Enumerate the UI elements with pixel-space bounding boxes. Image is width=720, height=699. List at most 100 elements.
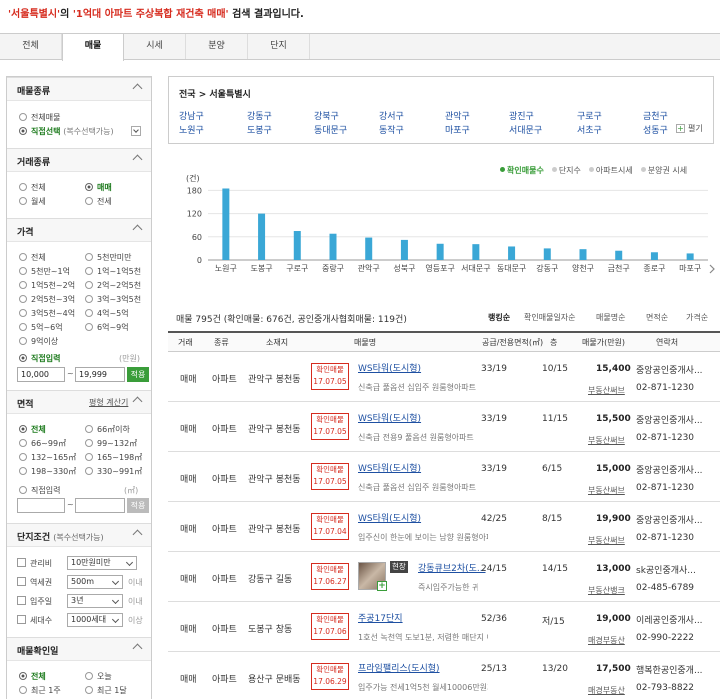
radio-area-option[interactable]: 66~99㎡: [19, 438, 66, 449]
price-apply-button[interactable]: 적용: [127, 367, 149, 382]
radio-price-direct[interactable]: 직접입력: [19, 353, 60, 364]
area-apply-button[interactable]: 적용: [127, 498, 149, 513]
section-complex[interactable]: 단지조건 (복수선택가능): [7, 523, 151, 547]
listing-name-link[interactable]: 프라임팰리스(도시형): [358, 661, 440, 674]
price-max-input[interactable]: 19,999: [75, 367, 125, 382]
listing-name-link[interactable]: 강동큐브2차(도...: [418, 561, 486, 574]
tab-presale[interactable]: 분양: [186, 34, 248, 59]
radio-area-option[interactable]: 66㎡이하: [85, 424, 130, 435]
table-row[interactable]: 매매 아파트 관악구 봉천동 확인매물 17.07.04 WS타워(도시형) 입주…: [168, 502, 720, 552]
source-link[interactable]: 매경부동산: [588, 685, 625, 696]
price-min-input[interactable]: 10,000: [17, 367, 65, 382]
checkbox-complex-condition[interactable]: 역세권: [17, 577, 52, 588]
agent-name[interactable]: 중앙공인중개사...: [636, 363, 703, 376]
source-link[interactable]: 부동산써브: [588, 485, 625, 496]
radio-confirm-today[interactable]: 오늘: [85, 671, 112, 682]
radio-type-all[interactable]: 전체매물: [19, 112, 60, 123]
radio-confirm-month[interactable]: 최근 1달: [85, 685, 127, 696]
table-row[interactable]: 매매 아파트 용산구 문배동 확인매물 17.06.29 프라임팰리스(도시형) …: [168, 652, 720, 699]
district-link[interactable]: 서대문구: [509, 123, 542, 136]
radio-type-direct[interactable]: 직접선택 (복수선택가능): [19, 126, 114, 137]
district-link[interactable]: 도봉구: [247, 123, 272, 136]
table-row[interactable]: 매매 아파트 강동구 길동 확인매물 17.06.27 + 현장 강동큐브2차(도.…: [168, 552, 720, 602]
district-link[interactable]: 동대문구: [314, 123, 347, 136]
area-calculator-link[interactable]: 평형 계산기: [89, 397, 128, 408]
radio-area-option[interactable]: 132~165㎡: [19, 452, 76, 463]
radio-price-option[interactable]: 3억~3억5천: [85, 294, 141, 305]
radio-price-option[interactable]: 4억~5억: [85, 308, 129, 319]
sort-name[interactable]: 매물명순: [596, 312, 625, 323]
radio-price-option[interactable]: 2억~2억5천: [85, 280, 141, 291]
breadcrumb-root[interactable]: 전국: [179, 90, 196, 100]
radio-deal-jeonse[interactable]: 전세: [85, 196, 112, 207]
radio-price-option[interactable]: 2억5천~3억: [19, 294, 75, 305]
radio-area-option[interactable]: 330~991㎡: [85, 466, 142, 477]
source-link[interactable]: 부동산써브: [588, 535, 625, 546]
radio-price-option[interactable]: 5천만미만: [85, 252, 132, 263]
listing-name-link[interactable]: WS타워(도시형): [358, 511, 421, 524]
source-link[interactable]: 부동산뱅크: [588, 585, 625, 596]
radio-area-option[interactable]: 99~132㎡: [85, 438, 137, 449]
district-link[interactable]: 강동구: [247, 109, 272, 122]
radio-area-option[interactable]: 전체: [19, 424, 46, 435]
district-link[interactable]: 관악구: [445, 109, 470, 122]
radio-area-direct[interactable]: 직접입력: [19, 485, 60, 496]
complex-condition-select[interactable]: 500m: [67, 575, 123, 589]
tab-market-price[interactable]: 시세: [124, 34, 186, 59]
table-row[interactable]: 매매 아파트 관악구 봉천동 확인매물 17.07.05 WS타워(도시형) 신축…: [168, 352, 720, 402]
section-deal-type[interactable]: 거래종류: [7, 148, 151, 172]
radio-price-option[interactable]: 5천만~1억: [19, 266, 70, 277]
complex-condition-select[interactable]: 1000세대: [67, 613, 123, 627]
district-link[interactable]: 강북구: [314, 109, 339, 122]
section-area[interactable]: 면적 평형 계산기: [7, 390, 151, 414]
tab-all[interactable]: 전체: [0, 34, 62, 59]
source-link[interactable]: 부동산써브: [588, 385, 625, 396]
radio-deal-monthly[interactable]: 월세: [19, 196, 46, 207]
radio-price-option[interactable]: 1억5천~2억: [19, 280, 75, 291]
area-min-input[interactable]: [17, 498, 65, 513]
source-link[interactable]: 부동산써브: [588, 435, 625, 446]
radio-deal-all[interactable]: 전체: [19, 182, 46, 193]
checkbox-complex-condition[interactable]: 입주일: [17, 596, 52, 607]
listing-thumbnail[interactable]: +: [358, 562, 387, 591]
area-max-input[interactable]: [75, 498, 125, 513]
sort-confirm-date[interactable]: 확인매물일자순: [524, 312, 576, 323]
radio-price-option[interactable]: 전체: [19, 252, 46, 263]
radio-price-option[interactable]: 6억~9억: [85, 322, 129, 333]
radio-price-option[interactable]: 1억~1억5천: [85, 266, 141, 277]
district-link[interactable]: 노원구: [179, 123, 204, 136]
section-listing-type[interactable]: 매물종류: [7, 77, 151, 101]
agent-name[interactable]: sk공인중개사...: [636, 563, 696, 576]
sort-area[interactable]: 면적순: [646, 312, 668, 323]
radio-confirm-week[interactable]: 최근 1주: [19, 685, 61, 696]
agent-name[interactable]: 이레공인중개사...: [636, 613, 703, 626]
agent-name[interactable]: 중앙공인중개사...: [636, 413, 703, 426]
district-link[interactable]: 동작구: [379, 123, 404, 136]
radio-price-option[interactable]: 9억이상: [19, 336, 58, 347]
complex-condition-select[interactable]: 10만원미만: [67, 556, 137, 570]
listing-name-link[interactable]: 주공17단지: [358, 611, 403, 624]
district-link[interactable]: 강남구: [179, 109, 204, 122]
agent-name[interactable]: 행복한공인중개...: [636, 663, 703, 676]
expand-type-button[interactable]: [131, 126, 141, 136]
tab-complex[interactable]: 단지: [248, 34, 310, 59]
district-link[interactable]: 강서구: [379, 109, 404, 122]
agent-name[interactable]: 중앙공인중개사...: [636, 513, 703, 526]
radio-area-option[interactable]: 198~330㎡: [19, 466, 76, 477]
table-row[interactable]: 매매 아파트 관악구 봉천동 확인매물 17.07.05 WS타워(도시형) 신축…: [168, 452, 720, 502]
section-confirm-date[interactable]: 매물확인일: [7, 637, 151, 661]
listing-name-link[interactable]: WS타워(도시형): [358, 461, 421, 474]
radio-confirm-all[interactable]: 전체: [19, 671, 46, 682]
agent-name[interactable]: 중앙공인중개사...: [636, 463, 703, 476]
table-row[interactable]: 매매 아파트 관악구 봉천동 확인매물 17.07.05 WS타워(도시형) 신축…: [168, 402, 720, 452]
tab-listings[interactable]: 매물: [62, 34, 124, 61]
sort-price[interactable]: 가격순: [686, 312, 708, 323]
radio-area-option[interactable]: 165~198㎡: [85, 452, 142, 463]
listing-name-link[interactable]: WS타워(도시형): [358, 361, 421, 374]
district-link[interactable]: 광진구: [509, 109, 534, 122]
checkbox-complex-condition[interactable]: 세대수: [17, 615, 52, 626]
radio-deal-sale[interactable]: 매매: [85, 182, 112, 193]
district-link[interactable]: 마포구: [445, 123, 470, 136]
sort-ranking[interactable]: 랭킹순: [488, 312, 510, 323]
district-link[interactable]: 금천구: [643, 109, 668, 122]
